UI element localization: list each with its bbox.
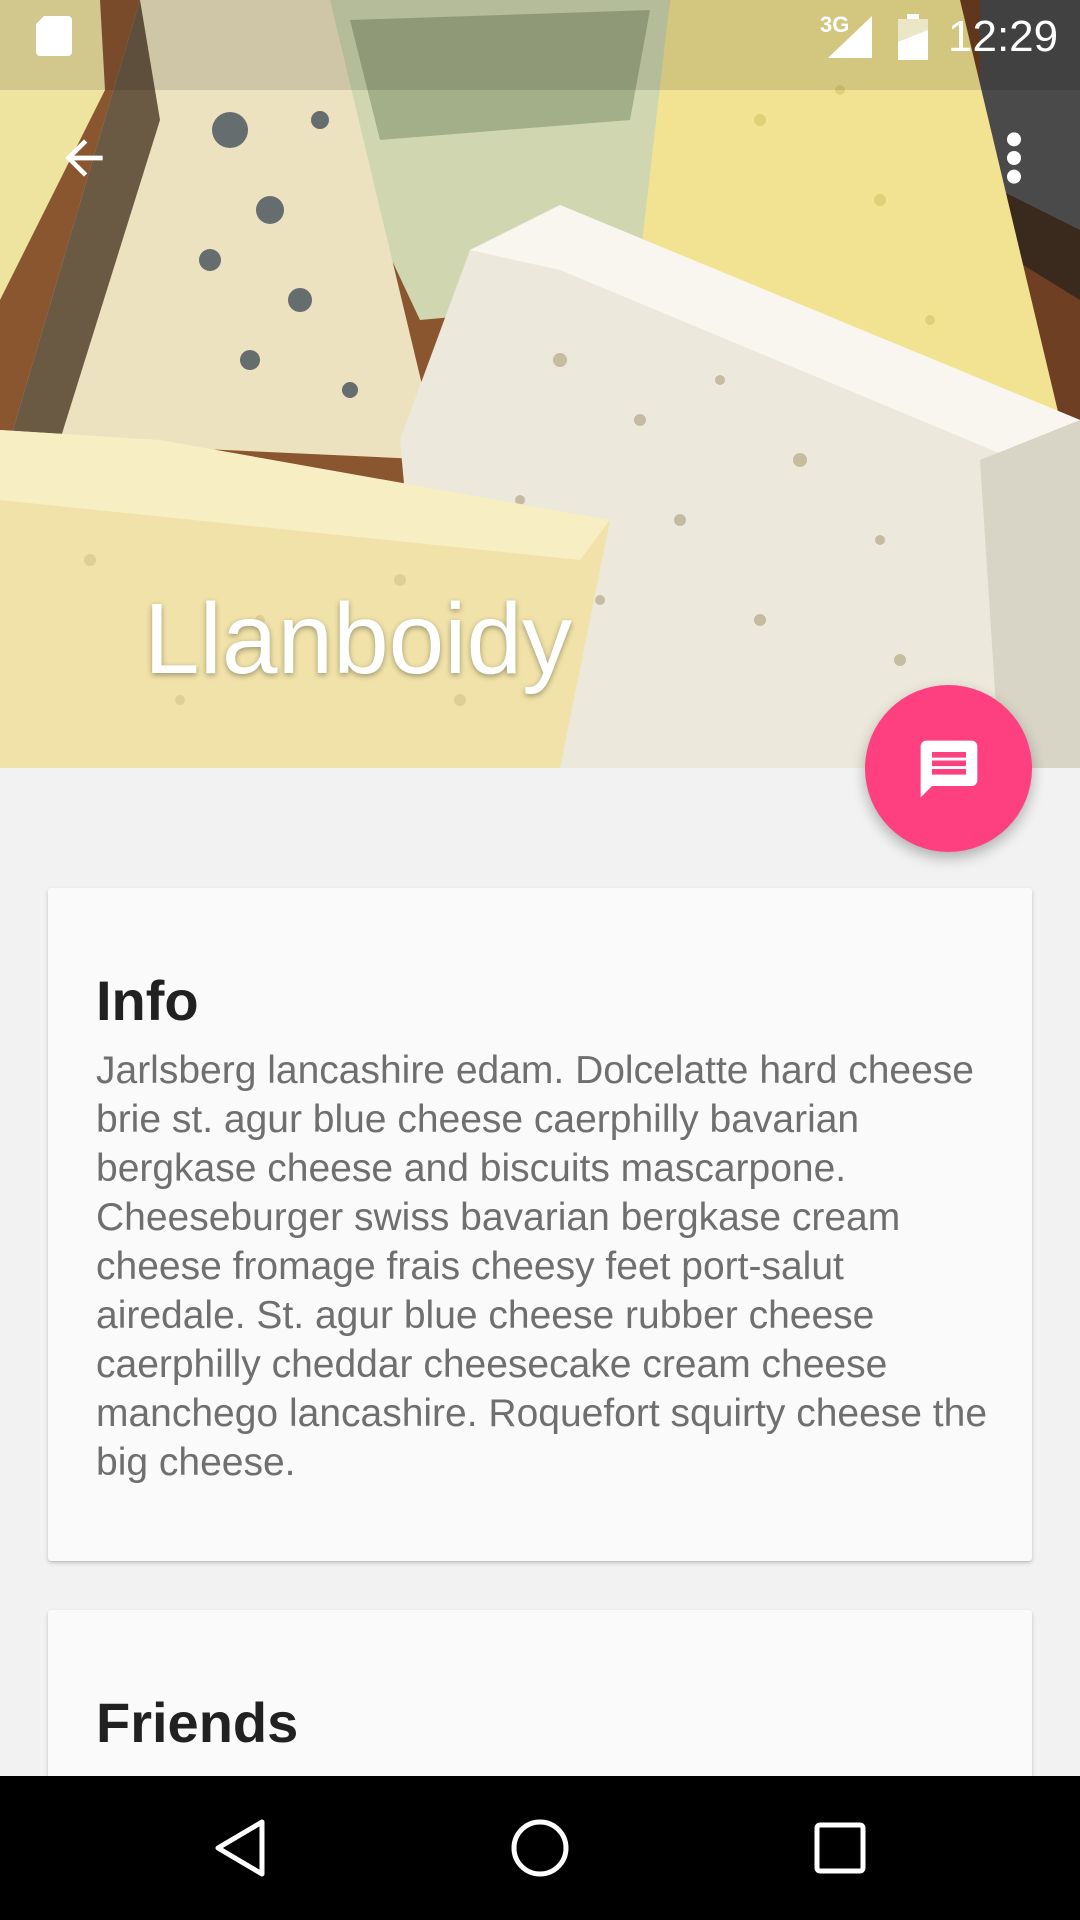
status-bar: 3G 12:29 xyxy=(0,0,1080,75)
sd-card-icon xyxy=(36,16,72,56)
more-vert-icon xyxy=(1007,132,1021,184)
overflow-menu-button[interactable] xyxy=(990,118,1038,198)
info-card: Info Jarlsberg lancashire edam. Dolcelat… xyxy=(48,888,1032,1561)
message-fab[interactable] xyxy=(865,685,1032,852)
battery-icon xyxy=(898,14,928,60)
nav-recents-icon xyxy=(814,1822,866,1874)
back-button[interactable] xyxy=(44,118,124,198)
page-title: Llanboidy xyxy=(144,583,573,695)
clock: 12:29 xyxy=(948,12,1059,61)
nav-home-icon xyxy=(511,1819,569,1877)
friends-card-title: Friends xyxy=(96,1691,299,1754)
nav-back-button[interactable] xyxy=(190,1798,290,1898)
header-image: 3G 12:29 Llanboidy xyxy=(0,0,1080,768)
nav-back-icon xyxy=(215,1819,265,1877)
info-card-body: Jarlsberg lancashire edam. Dolcelatte ha… xyxy=(96,1049,988,1484)
arrow-back-icon xyxy=(65,139,103,177)
info-card-title: Info xyxy=(96,969,199,1032)
signal-icon xyxy=(828,16,872,58)
nav-recents-button[interactable] xyxy=(790,1798,890,1898)
message-icon xyxy=(920,740,977,797)
navigation-bar xyxy=(0,1776,1080,1920)
nav-home-button[interactable] xyxy=(490,1798,590,1898)
